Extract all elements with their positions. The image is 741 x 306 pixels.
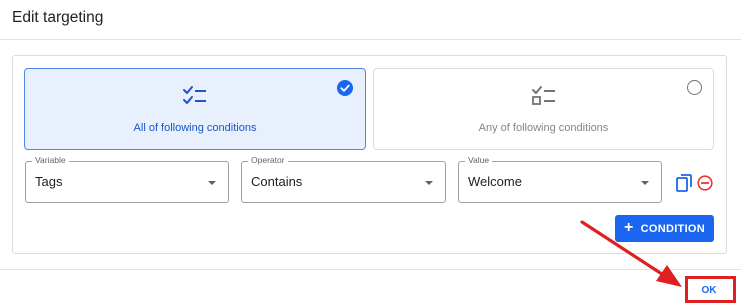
radio-unselected-icon[interactable] — [687, 80, 702, 95]
plus-icon: + — [623, 219, 634, 236]
ok-button[interactable]: OK — [690, 279, 728, 301]
selected-check-icon — [337, 80, 353, 96]
duplicate-icon[interactable] — [676, 174, 692, 192]
variable-select[interactable]: Variable Tags — [25, 155, 229, 203]
value-label: Value — [465, 155, 493, 166]
dropdown-caret-icon — [208, 181, 216, 185]
remove-condition-icon[interactable] — [697, 175, 713, 191]
dialog-title: Edit targeting — [12, 9, 104, 26]
operator-select[interactable]: Operator Contains — [241, 155, 446, 203]
match-any-label: Any of following conditions — [478, 122, 609, 134]
dropdown-caret-icon — [641, 181, 649, 185]
checklist-icon — [531, 86, 555, 105]
operator-label: Operator — [248, 155, 288, 166]
match-any-card[interactable]: Any of following conditions — [373, 68, 714, 150]
targeting-panel: All of following conditions Any of follo… — [12, 55, 727, 254]
add-condition-label: CONDITION — [640, 222, 706, 235]
checklist-icon — [183, 86, 206, 104]
operator-value: Contains — [251, 174, 303, 189]
match-all-card[interactable]: All of following conditions — [24, 68, 366, 150]
value-select[interactable]: Value Welcome — [458, 155, 662, 203]
footer-divider — [0, 269, 741, 270]
variable-value: Tags — [35, 174, 63, 189]
dropdown-caret-icon — [425, 181, 433, 185]
value-value: Welcome — [468, 174, 522, 189]
variable-label: Variable — [32, 155, 69, 166]
header-divider — [0, 39, 741, 40]
add-condition-button[interactable]: + CONDITION — [615, 215, 714, 242]
match-all-label: All of following conditions — [133, 122, 257, 134]
